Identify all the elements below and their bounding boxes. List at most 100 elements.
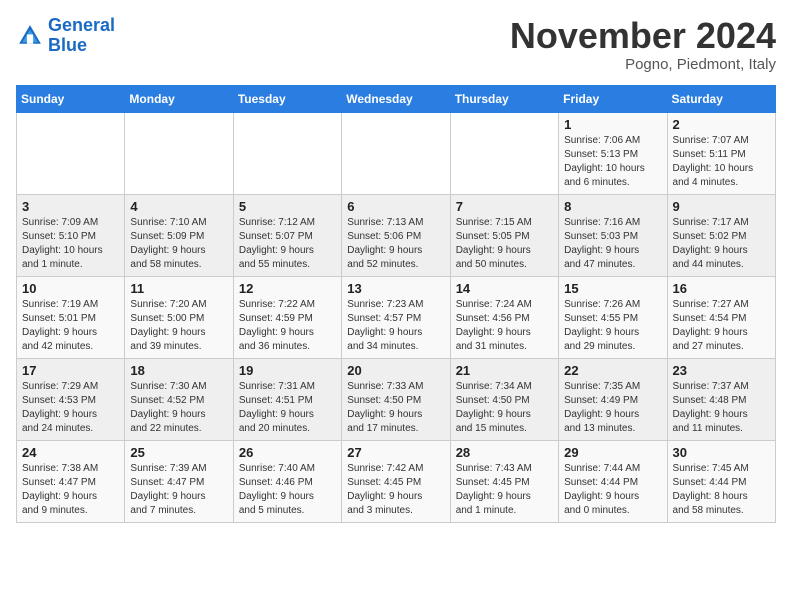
day-number: 3: [22, 199, 119, 214]
day-info: Sunrise: 7:23 AM Sunset: 4:57 PM Dayligh…: [347, 298, 444, 354]
day-number: 13: [347, 281, 444, 296]
calendar-cell: 28 Sunrise: 7:43 AM Sunset: 4:45 PM Dayli…: [450, 440, 558, 522]
calendar-cell: 21 Sunrise: 7:34 AM Sunset: 4:50 PM Dayli…: [450, 358, 558, 440]
day-info: Sunrise: 7:13 AM Sunset: 5:06 PM Dayligh…: [347, 216, 444, 272]
calendar-cell: 11Sunrise: 7:20 AM Sunset: 5:00 PM Dayli…: [125, 276, 233, 358]
calendar-cell: 15Sunrise: 7:26 AM Sunset: 4:55 PM Dayli…: [559, 276, 667, 358]
calendar-week-5: 24 Sunrise: 7:38 AM Sunset: 4:47 PM Dayli…: [17, 440, 776, 522]
day-number: 7: [456, 199, 553, 214]
logo-line2: Blue: [48, 35, 87, 55]
day-number: 12: [239, 281, 336, 296]
calendar-cell: 8Sunrise: 7:16 AM Sunset: 5:03 PM Daylig…: [559, 194, 667, 276]
calendar-cell: 6 Sunrise: 7:13 AM Sunset: 5:06 PM Daylig…: [342, 194, 450, 276]
day-info: Sunrise: 7:44 AM Sunset: 4:44 PM Dayligh…: [564, 462, 661, 518]
calendar-cell: 27 Sunrise: 7:42 AM Sunset: 4:45 PM Dayli…: [342, 440, 450, 522]
month-title: November 2024: [510, 16, 776, 56]
logo-icon: [16, 22, 44, 50]
page-header: General Blue November 2024 Pogno, Piedmo…: [16, 16, 776, 73]
day-number: 17: [22, 363, 119, 378]
day-number: 4: [130, 199, 227, 214]
day-info: Sunrise: 7:35 AM Sunset: 4:49 PM Dayligh…: [564, 380, 661, 436]
logo-text: General Blue: [48, 16, 115, 56]
day-info: Sunrise: 7:37 AM Sunset: 4:48 PM Dayligh…: [673, 380, 770, 436]
day-number: 1: [564, 117, 661, 132]
calendar-cell: 25 Sunrise: 7:39 AM Sunset: 4:47 PM Dayli…: [125, 440, 233, 522]
calendar-cell: 14Sunrise: 7:24 AM Sunset: 4:56 PM Dayli…: [450, 276, 558, 358]
calendar-cell: [342, 112, 450, 194]
day-info: Sunrise: 7:38 AM Sunset: 4:47 PM Dayligh…: [22, 462, 119, 518]
day-number: 15: [564, 281, 661, 296]
day-info: Sunrise: 7:42 AM Sunset: 4:45 PM Dayligh…: [347, 462, 444, 518]
day-number: 23: [673, 363, 770, 378]
day-header-wednesday: Wednesday: [342, 85, 450, 112]
calendar-cell: 17 Sunrise: 7:29 AM Sunset: 4:53 PM Dayli…: [17, 358, 125, 440]
calendar-cell: 26Sunrise: 7:40 AM Sunset: 4:46 PM Dayli…: [233, 440, 341, 522]
calendar-cell: 13 Sunrise: 7:23 AM Sunset: 4:57 PM Dayli…: [342, 276, 450, 358]
day-number: 27: [347, 445, 444, 460]
calendar-cell: 1 Sunrise: 7:06 AM Sunset: 5:13 PM Daylig…: [559, 112, 667, 194]
day-number: 5: [239, 199, 336, 214]
day-number: 10: [22, 281, 119, 296]
day-info: Sunrise: 7:07 AM Sunset: 5:11 PM Dayligh…: [673, 134, 770, 190]
day-info: Sunrise: 7:09 AM Sunset: 5:10 PM Dayligh…: [22, 216, 119, 272]
calendar-cell: 23 Sunrise: 7:37 AM Sunset: 4:48 PM Dayli…: [667, 358, 775, 440]
location-subtitle: Pogno, Piedmont, Italy: [510, 56, 776, 73]
calendar-cell: [450, 112, 558, 194]
logo-line1: General: [48, 15, 115, 35]
day-header-monday: Monday: [125, 85, 233, 112]
logo: General Blue: [16, 16, 115, 56]
day-info: Sunrise: 7:31 AM Sunset: 4:51 PM Dayligh…: [239, 380, 336, 436]
day-info: Sunrise: 7:30 AM Sunset: 4:52 PM Dayligh…: [130, 380, 227, 436]
calendar-week-1: 1 Sunrise: 7:06 AM Sunset: 5:13 PM Daylig…: [17, 112, 776, 194]
day-number: 29: [564, 445, 661, 460]
calendar-header-row: SundayMondayTuesdayWednesdayThursdayFrid…: [17, 85, 776, 112]
day-info: Sunrise: 7:39 AM Sunset: 4:47 PM Dayligh…: [130, 462, 227, 518]
day-number: 25: [130, 445, 227, 460]
day-number: 22: [564, 363, 661, 378]
day-info: Sunrise: 7:20 AM Sunset: 5:00 PM Dayligh…: [130, 298, 227, 354]
day-number: 16: [673, 281, 770, 296]
calendar-cell: [233, 112, 341, 194]
day-header-friday: Friday: [559, 85, 667, 112]
calendar-cell: 5Sunrise: 7:12 AM Sunset: 5:07 PM Daylig…: [233, 194, 341, 276]
day-info: Sunrise: 7:10 AM Sunset: 5:09 PM Dayligh…: [130, 216, 227, 272]
calendar-cell: 22 Sunrise: 7:35 AM Sunset: 4:49 PM Dayli…: [559, 358, 667, 440]
day-header-saturday: Saturday: [667, 85, 775, 112]
calendar-cell: 2 Sunrise: 7:07 AM Sunset: 5:11 PM Daylig…: [667, 112, 775, 194]
calendar-cell: 9Sunrise: 7:17 AM Sunset: 5:02 PM Daylig…: [667, 194, 775, 276]
day-number: 24: [22, 445, 119, 460]
calendar-week-3: 10 Sunrise: 7:19 AM Sunset: 5:01 PM Dayli…: [17, 276, 776, 358]
day-number: 28: [456, 445, 553, 460]
calendar-cell: 24 Sunrise: 7:38 AM Sunset: 4:47 PM Dayli…: [17, 440, 125, 522]
calendar-cell: 3 Sunrise: 7:09 AM Sunset: 5:10 PM Daylig…: [17, 194, 125, 276]
day-info: Sunrise: 7:33 AM Sunset: 4:50 PM Dayligh…: [347, 380, 444, 436]
day-number: 9: [673, 199, 770, 214]
day-info: Sunrise: 7:15 AM Sunset: 5:05 PM Dayligh…: [456, 216, 553, 272]
day-info: Sunrise: 7:27 AM Sunset: 4:54 PM Dayligh…: [673, 298, 770, 354]
day-info: Sunrise: 7:16 AM Sunset: 5:03 PM Dayligh…: [564, 216, 661, 272]
day-header-tuesday: Tuesday: [233, 85, 341, 112]
day-info: Sunrise: 7:29 AM Sunset: 4:53 PM Dayligh…: [22, 380, 119, 436]
calendar-week-4: 17 Sunrise: 7:29 AM Sunset: 4:53 PM Dayli…: [17, 358, 776, 440]
calendar-cell: [125, 112, 233, 194]
day-number: 26: [239, 445, 336, 460]
day-header-sunday: Sunday: [17, 85, 125, 112]
day-header-thursday: Thursday: [450, 85, 558, 112]
day-info: Sunrise: 7:06 AM Sunset: 5:13 PM Dayligh…: [564, 134, 661, 190]
day-number: 6: [347, 199, 444, 214]
day-info: Sunrise: 7:24 AM Sunset: 4:56 PM Dayligh…: [456, 298, 553, 354]
calendar-cell: 20Sunrise: 7:33 AM Sunset: 4:50 PM Dayli…: [342, 358, 450, 440]
calendar-cell: 18 Sunrise: 7:30 AM Sunset: 4:52 PM Dayli…: [125, 358, 233, 440]
day-number: 18: [130, 363, 227, 378]
calendar-cell: 7 Sunrise: 7:15 AM Sunset: 5:05 PM Daylig…: [450, 194, 558, 276]
calendar-cell: 10 Sunrise: 7:19 AM Sunset: 5:01 PM Dayli…: [17, 276, 125, 358]
calendar-cell: 16 Sunrise: 7:27 AM Sunset: 4:54 PM Dayli…: [667, 276, 775, 358]
calendar-cell: 12Sunrise: 7:22 AM Sunset: 4:59 PM Dayli…: [233, 276, 341, 358]
day-info: Sunrise: 7:43 AM Sunset: 4:45 PM Dayligh…: [456, 462, 553, 518]
calendar-cell: 30Sunrise: 7:45 AM Sunset: 4:44 PM Dayli…: [667, 440, 775, 522]
day-info: Sunrise: 7:34 AM Sunset: 4:50 PM Dayligh…: [456, 380, 553, 436]
day-info: Sunrise: 7:19 AM Sunset: 5:01 PM Dayligh…: [22, 298, 119, 354]
day-number: 21: [456, 363, 553, 378]
calendar-cell: 29 Sunrise: 7:44 AM Sunset: 4:44 PM Dayli…: [559, 440, 667, 522]
day-number: 2: [673, 117, 770, 132]
